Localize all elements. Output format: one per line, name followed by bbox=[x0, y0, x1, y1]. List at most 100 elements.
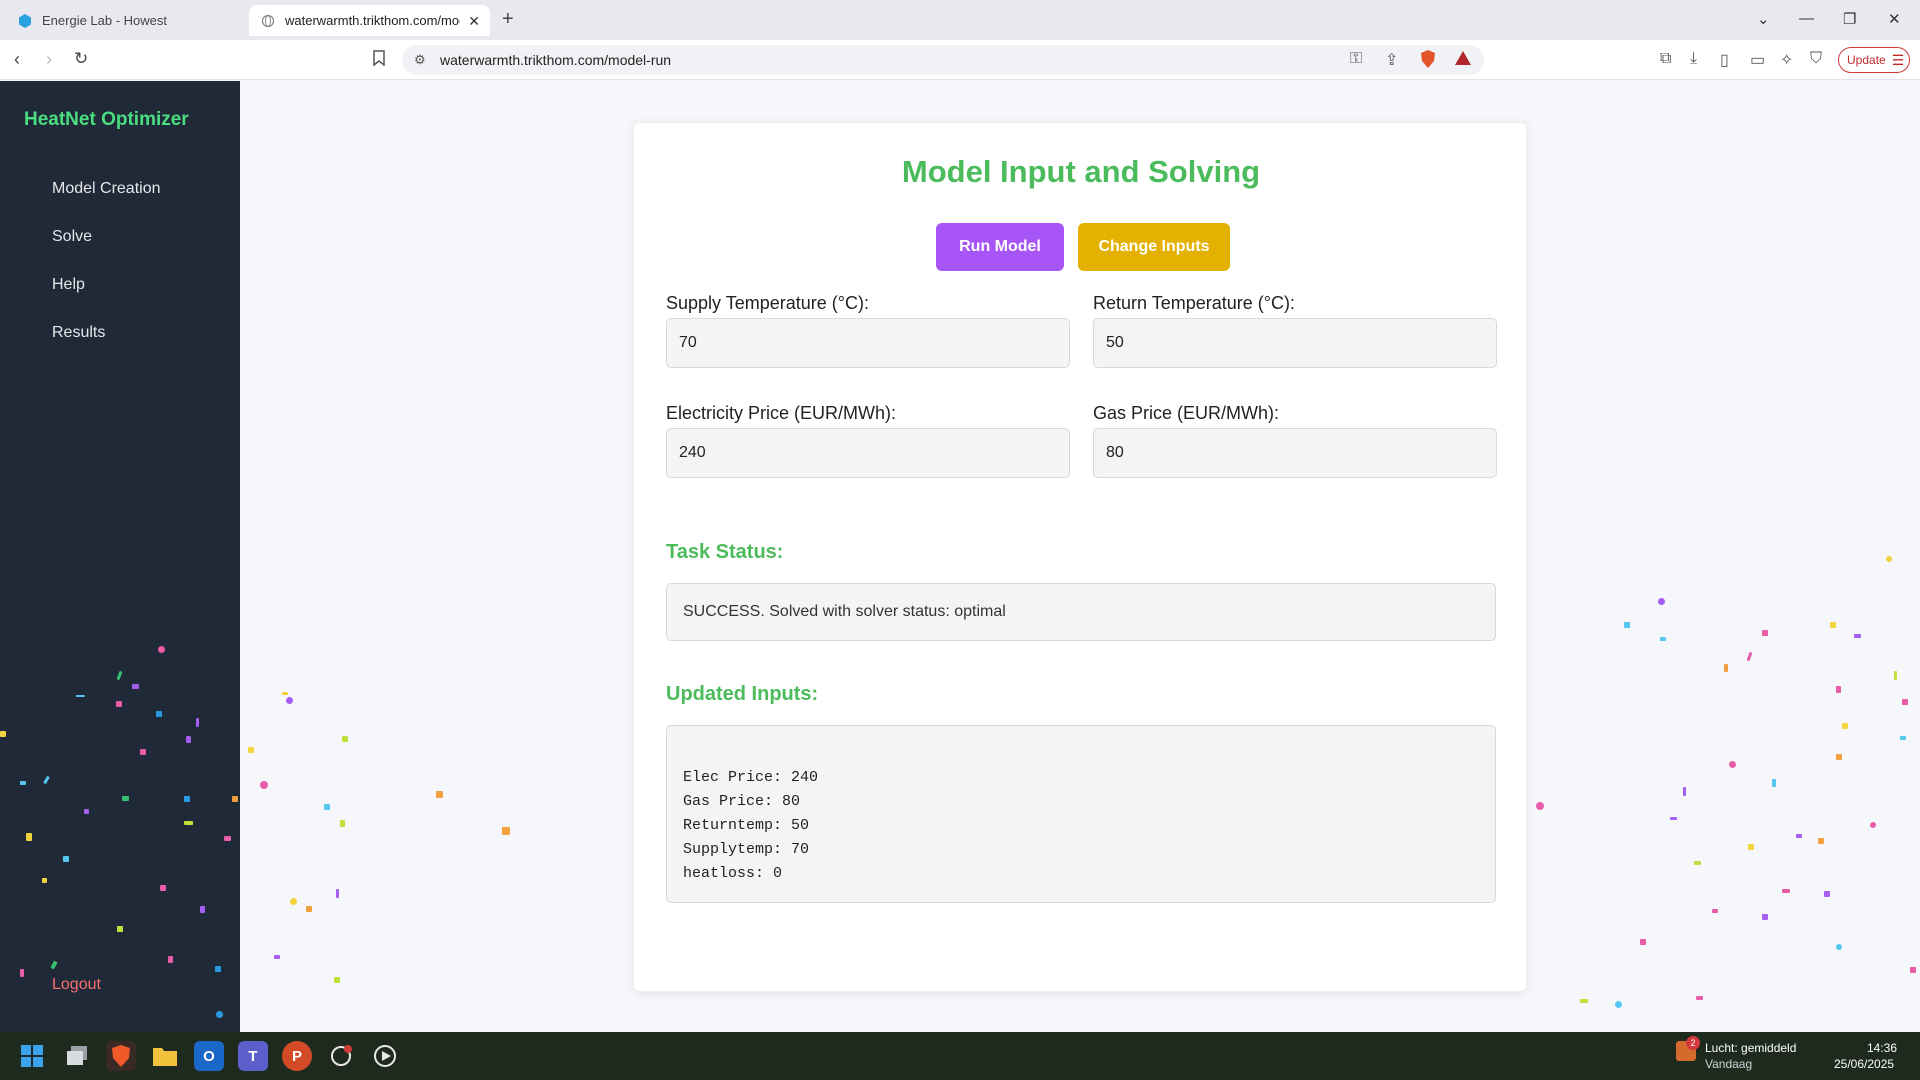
clock-time[interactable]: 14:36 bbox=[1867, 1041, 1897, 1055]
confetti-piece bbox=[116, 701, 122, 707]
confetti-piece bbox=[1894, 671, 1897, 680]
supply-temperature-input[interactable] bbox=[666, 318, 1070, 368]
confetti-piece bbox=[1886, 556, 1892, 562]
confetti-piece bbox=[63, 856, 69, 862]
updated-input-line: Supplytemp: 70 bbox=[683, 841, 810, 858]
download-icon[interactable]: ⤓ bbox=[1690, 50, 1697, 68]
confetti-piece bbox=[1729, 761, 1736, 768]
powerpoint-icon[interactable]: P bbox=[282, 1041, 312, 1071]
task-view-icon[interactable] bbox=[62, 1041, 92, 1071]
clock-date[interactable]: 25/06/2025 bbox=[1834, 1057, 1894, 1071]
confetti-piece bbox=[116, 670, 123, 681]
return-temperature-label: Return Temperature (°C): bbox=[1093, 293, 1295, 313]
file-explorer-icon[interactable] bbox=[150, 1041, 180, 1071]
confetti-piece bbox=[224, 836, 231, 841]
confetti-piece bbox=[1615, 1001, 1622, 1008]
logout-link[interactable]: Logout bbox=[52, 976, 101, 994]
sidebar-item-results[interactable]: Results bbox=[52, 324, 105, 342]
confetti-piece bbox=[140, 749, 146, 755]
main-content: Model Input and Solving Run Model Change… bbox=[240, 81, 1920, 1032]
updated-input-line: heatloss: 0 bbox=[683, 865, 783, 882]
gas-price-input[interactable] bbox=[1093, 428, 1497, 478]
sidebar-toggle-icon[interactable]: ▯ bbox=[1720, 50, 1729, 70]
confetti-piece bbox=[336, 889, 339, 898]
chatgpt-icon[interactable] bbox=[326, 1041, 356, 1071]
tab-search-chevron-icon[interactable]: ⌄ bbox=[1757, 10, 1770, 28]
change-inputs-button[interactable]: Change Inputs bbox=[1078, 223, 1230, 271]
app-brand[interactable]: HeatNet Optimizer bbox=[24, 109, 189, 131]
updated-input-line: Returntemp: 50 bbox=[683, 817, 810, 834]
confetti-piece bbox=[1670, 817, 1677, 820]
confetti-piece bbox=[1762, 914, 1768, 920]
confetti-piece bbox=[1902, 699, 1908, 705]
confetti-piece bbox=[1842, 723, 1848, 729]
wallet-icon[interactable]: ▭ bbox=[1750, 50, 1765, 70]
confetti-piece bbox=[1796, 834, 1802, 838]
howest-favicon-icon bbox=[18, 13, 32, 28]
confetti-piece bbox=[20, 781, 26, 785]
back-icon[interactable]: ‹ bbox=[14, 49, 20, 70]
confetti-piece bbox=[42, 878, 47, 883]
password-key-icon[interactable]: ⚿ bbox=[1350, 50, 1362, 68]
teams-icon[interactable]: T bbox=[238, 1041, 268, 1071]
update-button[interactable]: Update ☰ bbox=[1838, 47, 1910, 73]
windows-start-icon[interactable] bbox=[17, 1041, 47, 1071]
sidebar-item-model-creation[interactable]: Model Creation bbox=[52, 180, 161, 198]
confetti-piece bbox=[1694, 861, 1701, 865]
confetti-piece bbox=[1818, 838, 1824, 844]
close-window-icon[interactable]: ✕ bbox=[1888, 10, 1901, 28]
sidebar-item-solve[interactable]: Solve bbox=[52, 228, 92, 246]
extensions-icon[interactable]: ⧉ bbox=[1660, 50, 1671, 68]
browser-toolbar: ‹ › ↻ ⚙ waterwarmth.trikthom.com/model-r… bbox=[0, 40, 1920, 80]
brave-shields-icon[interactable] bbox=[1420, 50, 1436, 73]
address-bar[interactable]: ⚙ waterwarmth.trikthom.com/model-run bbox=[402, 45, 1484, 75]
confetti-piece bbox=[502, 827, 510, 835]
confetti-piece bbox=[1580, 999, 1588, 1003]
confetti-piece bbox=[1660, 637, 1666, 641]
forward-icon[interactable]: › bbox=[46, 49, 52, 70]
share-icon[interactable]: ⇪ bbox=[1385, 50, 1398, 70]
brave-rewards-icon[interactable] bbox=[1454, 50, 1472, 71]
electricity-price-input[interactable] bbox=[666, 428, 1070, 478]
task-status-message: SUCCESS. Solved with solver status: opti… bbox=[683, 603, 1006, 620]
confetti-piece bbox=[1910, 967, 1916, 973]
confetti-piece bbox=[324, 804, 330, 810]
vpn-icon[interactable]: ⛉ bbox=[1810, 50, 1822, 68]
confetti-piece bbox=[1782, 889, 1790, 893]
outlook-icon[interactable]: O bbox=[194, 1041, 224, 1071]
confetti-piece bbox=[200, 906, 205, 913]
updated-inputs-box: Elec Price: 240 Gas Price: 80 Returntemp… bbox=[666, 725, 1496, 903]
confetti-piece bbox=[340, 820, 345, 827]
weather-text[interactable]: Lucht: gemiddeld bbox=[1705, 1041, 1796, 1055]
globe-icon bbox=[261, 14, 275, 28]
confetti-piece bbox=[436, 791, 443, 798]
close-tab-icon[interactable]: ✕ bbox=[468, 13, 480, 30]
model-card: Model Input and Solving Run Model Change… bbox=[633, 122, 1527, 992]
menu-icon: ☰ bbox=[1891, 51, 1905, 68]
return-temperature-input[interactable] bbox=[1093, 318, 1497, 368]
confetti-piece bbox=[132, 684, 139, 689]
browser-tab-energie-lab[interactable]: Energie Lab - Howest bbox=[10, 5, 245, 36]
updated-input-line: Gas Price: 80 bbox=[683, 793, 801, 810]
bookmark-icon[interactable] bbox=[372, 50, 386, 71]
sidebar-item-help[interactable]: Help bbox=[52, 276, 85, 294]
electricity-price-label: Electricity Price (EUR/MWh): bbox=[666, 403, 897, 423]
media-player-icon[interactable] bbox=[370, 1041, 400, 1071]
leo-ai-icon[interactable]: ✧ bbox=[1780, 50, 1793, 70]
confetti-piece bbox=[334, 977, 340, 983]
run-model-button[interactable]: Run Model bbox=[936, 223, 1064, 271]
tab-title: waterwarmth.trikthom.com/mod bbox=[285, 13, 460, 28]
app-sidebar: HeatNet Optimizer Model Creation Solve H… bbox=[0, 81, 240, 1032]
confetti-piece bbox=[156, 711, 162, 717]
update-label: Update bbox=[1847, 53, 1886, 67]
confetti-piece bbox=[306, 906, 312, 912]
restore-icon[interactable]: ❐ bbox=[1843, 10, 1856, 28]
brave-browser-icon[interactable] bbox=[106, 1041, 136, 1071]
new-tab-icon[interactable]: + bbox=[502, 8, 514, 30]
reload-icon[interactable]: ↻ bbox=[74, 49, 88, 69]
browser-tab-waterwarmth[interactable]: waterwarmth.trikthom.com/mod ✕ bbox=[249, 5, 490, 36]
site-settings-icon[interactable]: ⚙ bbox=[414, 52, 426, 68]
gas-price-label: Gas Price (EUR/MWh): bbox=[1093, 403, 1280, 423]
confetti-piece bbox=[184, 796, 190, 802]
minimize-icon[interactable]: — bbox=[1799, 10, 1814, 27]
